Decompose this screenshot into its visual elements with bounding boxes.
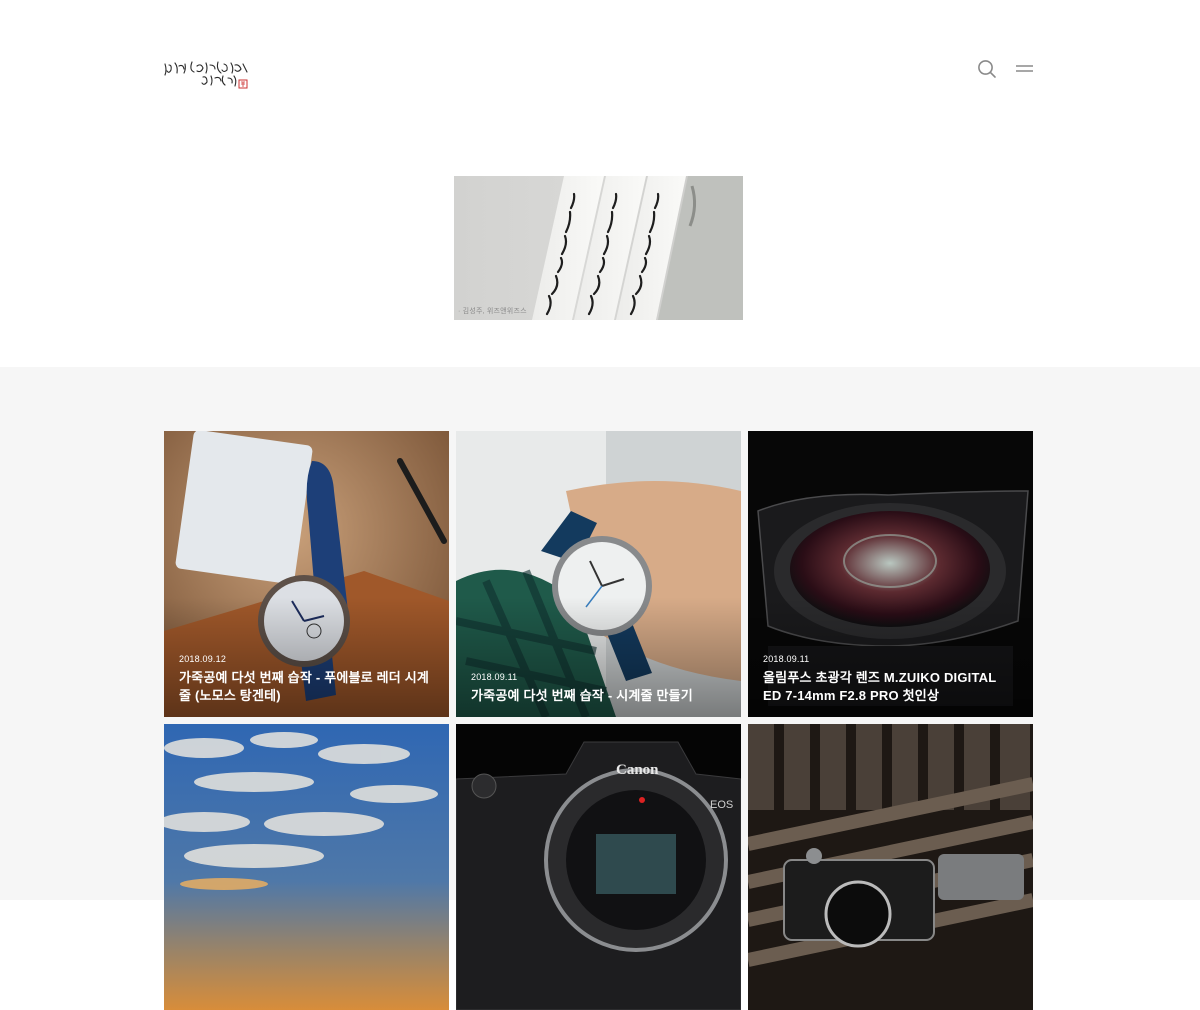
canon-logo: Canon	[616, 762, 659, 778]
post-card[interactable]: 2018.09.12 가죽공예 다섯 번째 습작 - 푸에블로 레더 시계줄 (…	[164, 431, 449, 717]
post-card[interactable]	[748, 724, 1033, 1010]
photo-credit: · 김성주, 위즈앤위즈스	[458, 308, 527, 315]
canon-camera-photo: Canon EOS	[456, 724, 741, 1010]
post-card[interactable]	[164, 724, 449, 1010]
post-title[interactable]: 가죽공예 다섯 번째 습작 - 시계줄 만들기	[471, 687, 726, 705]
post-date: 2018.09.12	[179, 654, 227, 664]
card-meta: 2018.09.11 올림푸스 초광각 렌즈 M.ZUIKO DIGITAL E…	[763, 654, 1018, 705]
post-title[interactable]: 가죽공예 다섯 번째 습작 - 푸에블로 레더 시계줄 (노모스 탕겐테)	[179, 669, 434, 705]
post-date: 2018.09.11	[763, 654, 810, 664]
menu-icon[interactable]	[1015, 59, 1034, 79]
search-icon[interactable]	[977, 59, 997, 79]
logo-calligraphy	[164, 61, 248, 89]
post-date: 2018.09.11	[471, 672, 518, 682]
card-meta: 2018.09.12 가죽공예 다섯 번째 습작 - 푸에블로 레더 시계줄 (…	[179, 654, 434, 705]
eos-mark: EOS	[710, 799, 733, 811]
post-title[interactable]: 올림푸스 초광각 렌즈 M.ZUIKO DIGITAL ED 7-14mm F2…	[763, 669, 1018, 705]
post-card[interactable]: Canon EOS	[456, 724, 741, 1010]
post-card[interactable]: 2018.09.11 가죽공예 다섯 번째 습작 - 시계줄 만들기	[456, 431, 741, 717]
card-meta: 2018.09.11 가죽공예 다섯 번째 습작 - 시계줄 만들기	[471, 672, 726, 705]
post-card[interactable]: 2018.09.11 올림푸스 초광각 렌즈 M.ZUIKO DIGITAL E…	[748, 431, 1033, 717]
olympus-pen-photo	[748, 724, 1033, 1010]
site-logo[interactable]	[163, 56, 253, 92]
sky-clouds-photo	[164, 724, 449, 1010]
book-spines-illustration	[532, 176, 743, 320]
hero-banner-image[interactable]: · 김성주, 위즈앤위즈스	[454, 176, 743, 320]
